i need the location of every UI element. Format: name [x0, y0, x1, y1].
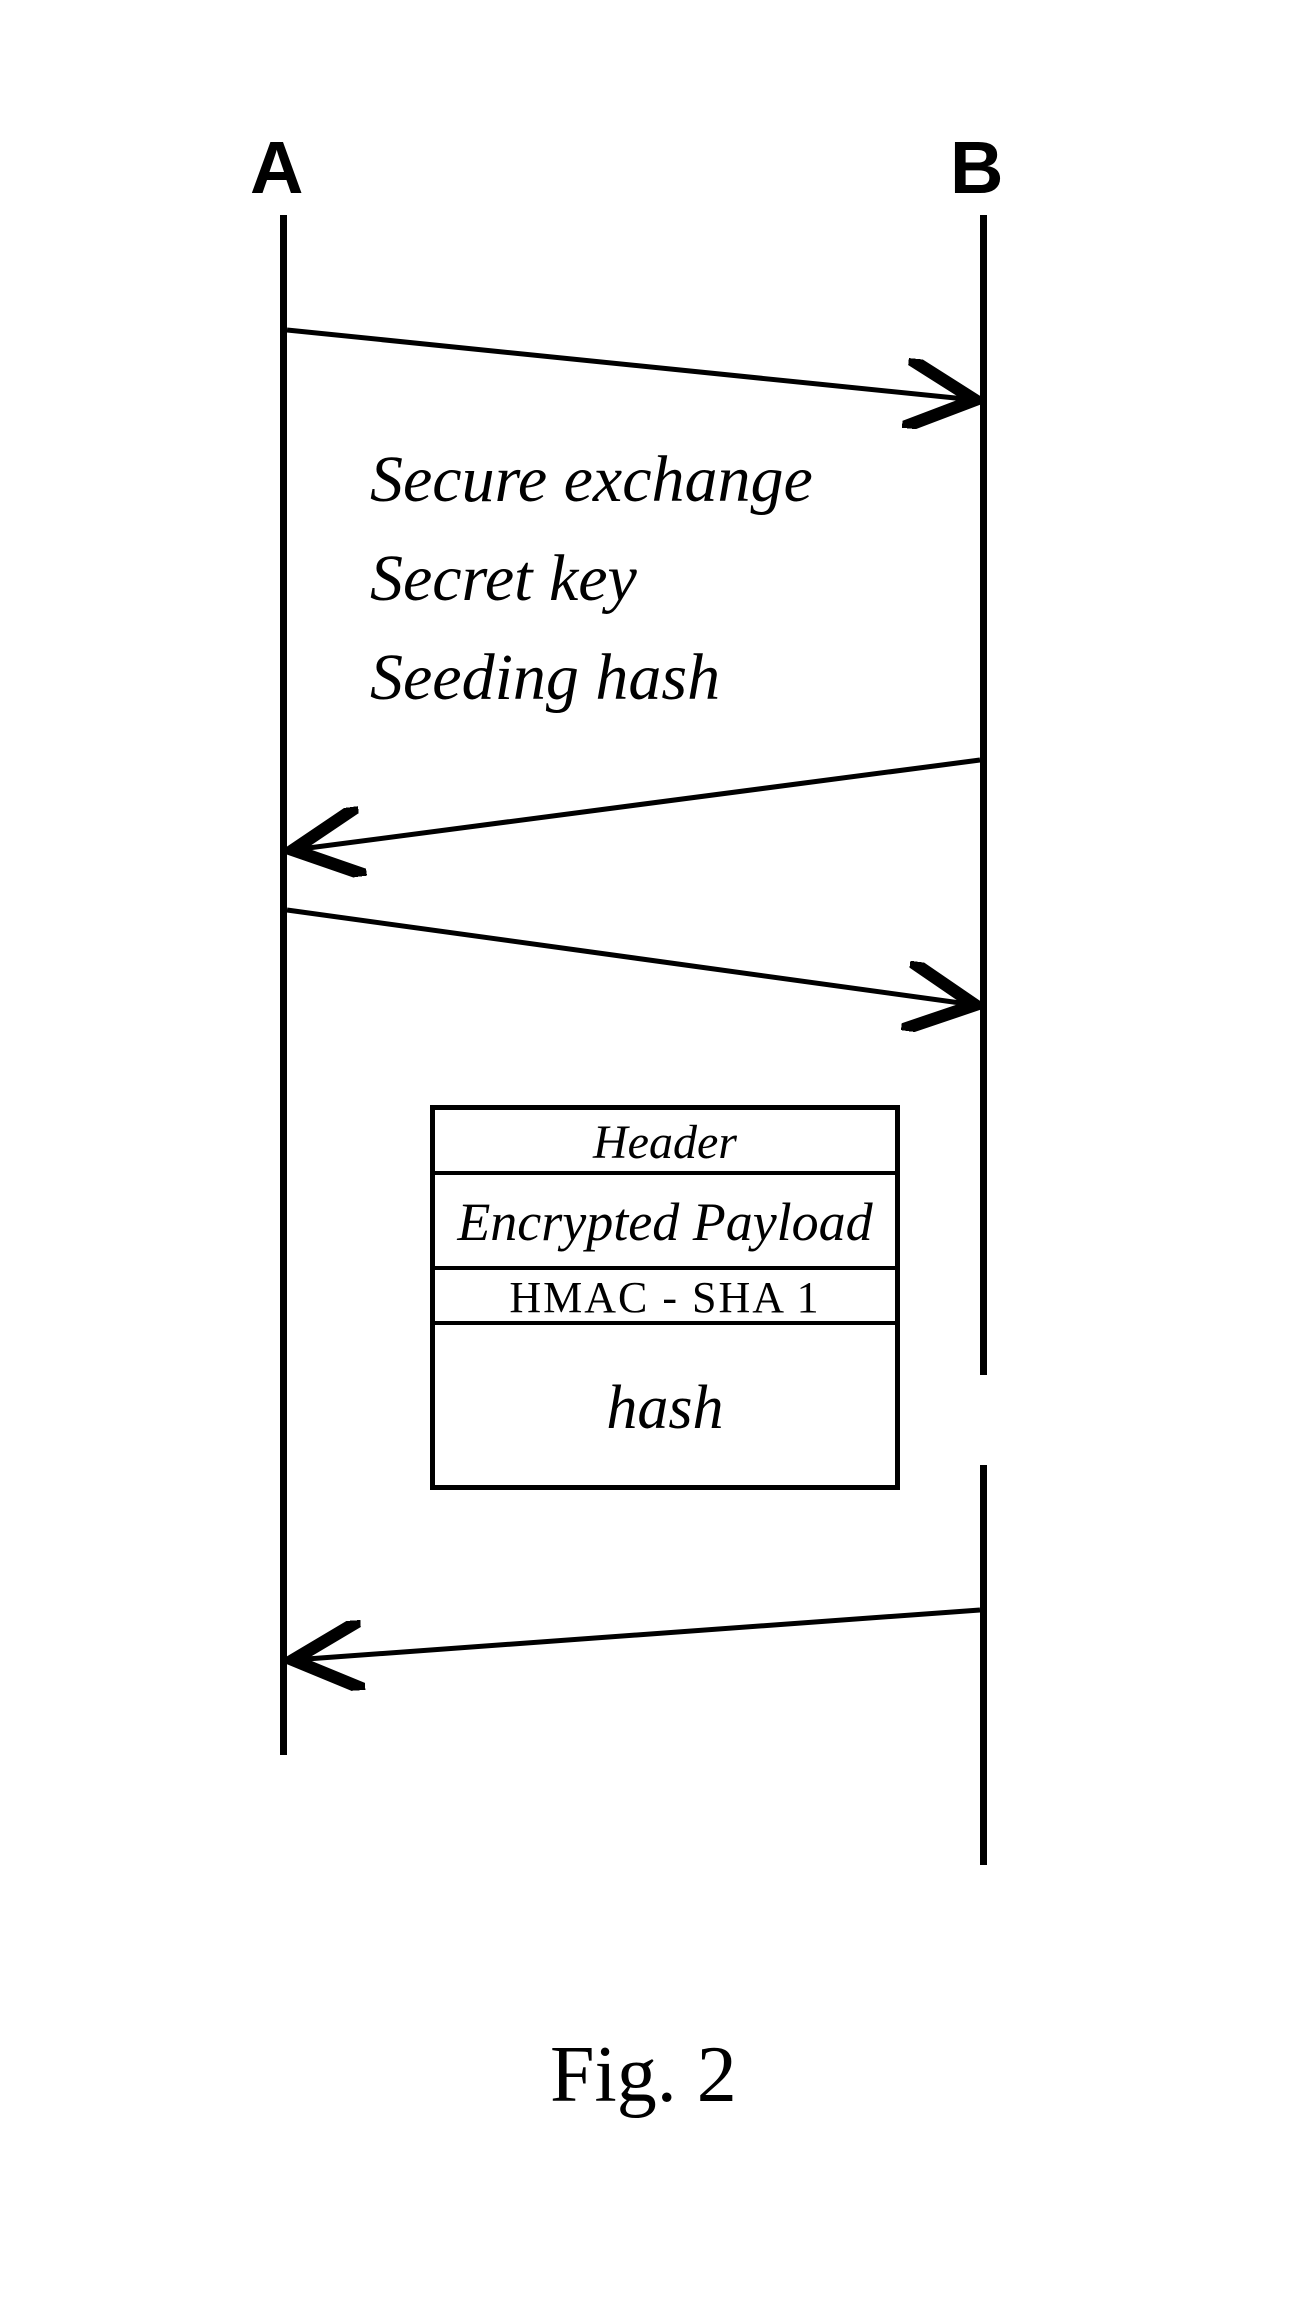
- packet-header: Header: [435, 1110, 895, 1175]
- packet-payload: Encrypted Payload: [435, 1175, 895, 1270]
- exchange-line-2: Secret key: [370, 529, 813, 628]
- exchange-line-1: Secure exchange: [370, 430, 813, 529]
- figure-label: Fig. 2: [550, 2030, 737, 2121]
- exchange-line-3: Seeding hash: [370, 628, 813, 727]
- sequence-diagram: A B Secure exchange Secret key Seeding h…: [120, 100, 1183, 2213]
- packet-hmac: HMAC - SHA 1: [435, 1270, 895, 1325]
- message-arrows: [120, 100, 1183, 1900]
- packet-structure: Header Encrypted Payload HMAC - SHA 1 ha…: [430, 1105, 900, 1490]
- arrow-b-to-a-2: [293, 1610, 980, 1660]
- arrow-a-to-b-1: [287, 330, 975, 400]
- arrow-a-to-b-2: [287, 910, 975, 1005]
- arrow-b-to-a: [293, 760, 980, 850]
- exchange-text-block: Secure exchange Secret key Seeding hash: [370, 430, 813, 727]
- packet-hash: hash: [435, 1325, 895, 1485]
